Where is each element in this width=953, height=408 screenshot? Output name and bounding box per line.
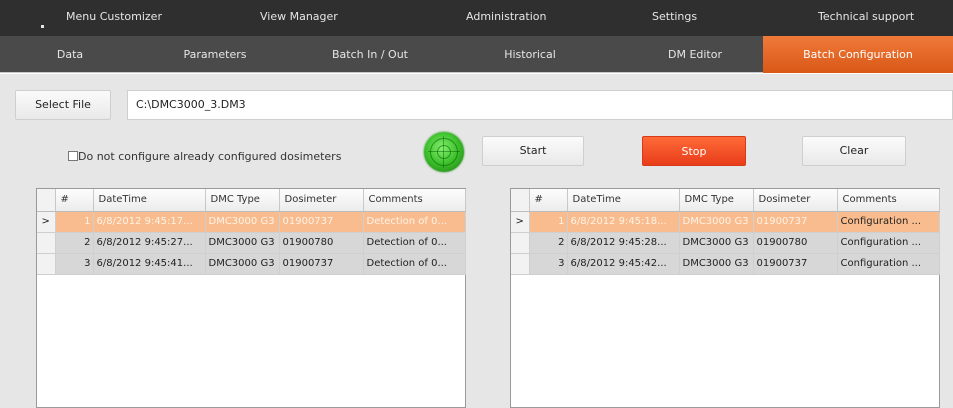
row-indicator-icon: >	[511, 211, 530, 233]
table-row[interactable]: > 1 6/8/2012 9:45:17... DMC3000 G3 01900…	[37, 211, 466, 233]
row-indicator-icon: >	[37, 211, 56, 233]
cell-comments: Configuration ...	[837, 211, 940, 233]
row-indicator	[511, 253, 530, 275]
skip-configured-option[interactable]: Do not configure already configured dosi…	[68, 150, 341, 163]
skip-configured-checkbox[interactable]	[68, 151, 78, 161]
cell-datetime: 6/8/2012 9:45:42...	[567, 253, 680, 275]
cell-num: 3	[55, 253, 94, 275]
cell-num: 1	[529, 211, 568, 233]
cell-dosimeter: 01900737	[279, 211, 364, 233]
table-row[interactable]: 3 6/8/2012 9:45:42... DMC3000 G3 0190073…	[511, 253, 940, 275]
header-dmc-type[interactable]: DMC Type	[205, 189, 280, 212]
row-indicator	[37, 232, 56, 254]
menu-settings[interactable]: Settings	[652, 10, 697, 23]
tab-batch-in-out[interactable]: Batch In / Out	[310, 36, 430, 73]
header-datetime[interactable]: DateTime	[567, 189, 680, 212]
radar-crosshair-h	[428, 151, 460, 152]
configuration-grid[interactable]: # DateTime DMC Type Dosimeter Comments >…	[510, 188, 940, 408]
tab-bar: Data Parameters Batch In / Out Historica…	[0, 36, 953, 73]
menu-administration[interactable]: Administration	[466, 10, 547, 23]
table-row[interactable]: 3 6/8/2012 9:45:41... DMC3000 G3 0190073…	[37, 253, 466, 275]
cell-num: 2	[529, 232, 568, 254]
detection-grid[interactable]: # DateTime DMC Type Dosimeter Comments >…	[36, 188, 466, 408]
cell-num: 2	[55, 232, 94, 254]
cell-comments: Configuration ...	[837, 232, 940, 254]
cell-comments: Detection of 0...	[363, 253, 466, 275]
cell-datetime: 6/8/2012 9:45:17...	[93, 211, 206, 233]
cell-comments: Detection of 0...	[363, 211, 466, 233]
cell-dmc-type: DMC3000 G3	[679, 253, 754, 275]
cell-dosimeter: 01900780	[753, 232, 838, 254]
radar-icon	[424, 132, 464, 172]
radar-ring-inner	[437, 145, 451, 159]
menu-marker-dot	[41, 25, 44, 28]
cell-datetime: 6/8/2012 9:45:18...	[567, 211, 680, 233]
header-dmc-type[interactable]: DMC Type	[679, 189, 754, 212]
tab-historical[interactable]: Historical	[482, 36, 578, 73]
menu-view-manager[interactable]: View Manager	[260, 10, 338, 23]
clear-button[interactable]: Clear	[802, 136, 906, 166]
cell-dmc-type: DMC3000 G3	[679, 211, 754, 233]
cell-datetime: 6/8/2012 9:45:41...	[93, 253, 206, 275]
menu-technical-support[interactable]: Technical support	[818, 10, 914, 23]
batch-configuration-panel: Select File C:\DMC3000_3.DM3 Do not conf…	[0, 74, 953, 408]
header-datetime[interactable]: DateTime	[93, 189, 206, 212]
row-indicator	[511, 232, 530, 254]
cell-dosimeter: 01900737	[753, 253, 838, 275]
table-row[interactable]: > 1 6/8/2012 9:45:18... DMC3000 G3 01900…	[511, 211, 940, 233]
header-indicator	[37, 189, 56, 212]
cell-comments: Configuration ...	[837, 253, 940, 275]
cell-datetime: 6/8/2012 9:45:27...	[93, 232, 206, 254]
row-indicator	[37, 253, 56, 275]
file-path-field[interactable]: C:\DMC3000_3.DM3	[127, 90, 953, 120]
stop-button[interactable]: Stop	[642, 136, 746, 166]
header-dosimeter[interactable]: Dosimeter	[753, 189, 838, 212]
tab-data[interactable]: Data	[30, 36, 110, 73]
start-button[interactable]: Start	[482, 136, 584, 166]
cell-dosimeter: 01900780	[279, 232, 364, 254]
header-indicator	[511, 189, 530, 212]
header-dosimeter[interactable]: Dosimeter	[279, 189, 364, 212]
cell-dosimeter: 01900737	[753, 211, 838, 233]
cell-dmc-type: DMC3000 G3	[205, 253, 280, 275]
skip-configured-label: Do not configure already configured dosi…	[78, 150, 342, 163]
tab-parameters[interactable]: Parameters	[160, 36, 270, 73]
cell-dmc-type: DMC3000 G3	[679, 232, 754, 254]
select-file-button[interactable]: Select File	[15, 90, 111, 120]
menu-customizer[interactable]: Menu Customizer	[66, 10, 162, 23]
table-row[interactable]: 2 6/8/2012 9:45:27... DMC3000 G3 0190078…	[37, 232, 466, 254]
cell-datetime: 6/8/2012 9:45:28...	[567, 232, 680, 254]
radar-crosshair-v	[443, 136, 444, 168]
header-comments[interactable]: Comments	[363, 189, 466, 212]
cell-dmc-type: DMC3000 G3	[205, 211, 280, 233]
cell-num: 3	[529, 253, 568, 275]
header-num[interactable]: #	[529, 189, 568, 212]
tab-batch-configuration[interactable]: Batch Configuration	[763, 36, 953, 73]
tab-dm-editor[interactable]: DM Editor	[640, 36, 750, 73]
header-comments[interactable]: Comments	[837, 189, 940, 212]
table-row[interactable]: 2 6/8/2012 9:45:28... DMC3000 G3 0190078…	[511, 232, 940, 254]
cell-dmc-type: DMC3000 G3	[205, 232, 280, 254]
cell-dosimeter: 01900737	[279, 253, 364, 275]
header-num[interactable]: #	[55, 189, 94, 212]
cell-comments: Detection of 0...	[363, 232, 466, 254]
cell-num: 1	[55, 211, 94, 233]
top-menu-bar: Menu Customizer View Manager Administrat…	[0, 0, 953, 36]
